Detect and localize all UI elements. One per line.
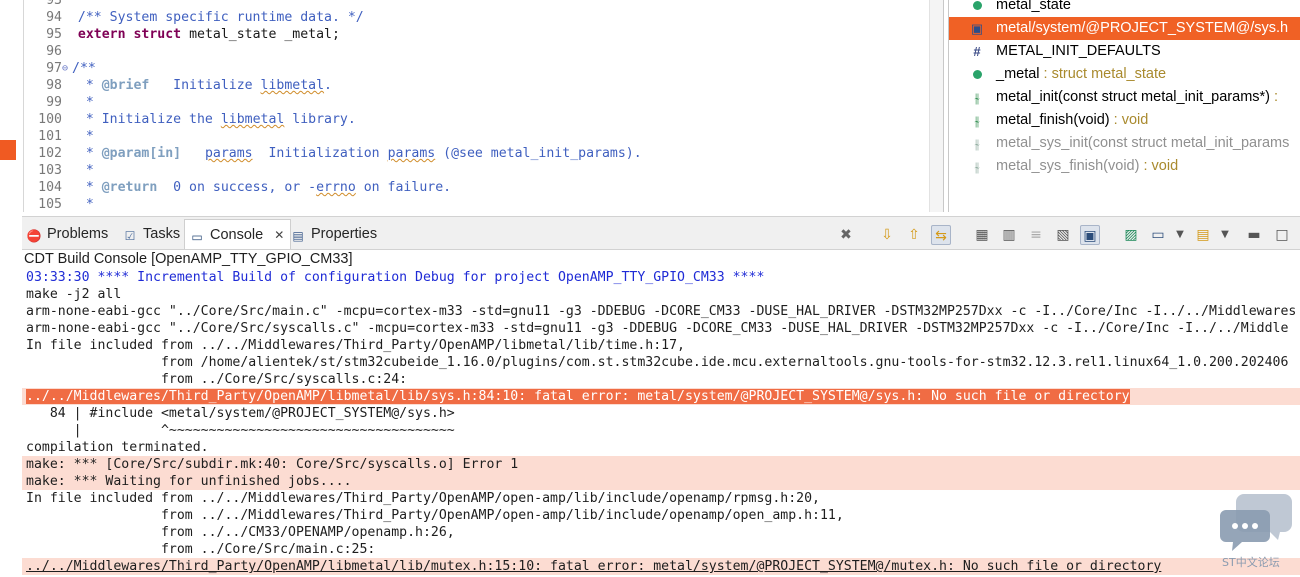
console-line: make -j2 all [26, 287, 122, 302]
tasks-icon: ☑ [124, 229, 136, 243]
function-icon: ⫳ [974, 113, 980, 128]
console-line: | ^~~~~~~~~~~~~~~~~~~~~~~~~~~~~~~~~~~~~ [26, 423, 455, 438]
display-selected-console-icon[interactable]: ▨ [1121, 225, 1141, 245]
console-error-line[interactable]: ../../Middlewares/Third_Party/OpenAMP/li… [22, 558, 1300, 575]
minimize-icon[interactable]: ▬ [1244, 225, 1264, 245]
console-line: arm-none-eabi-gcc "../Core/Src/syscalls.… [26, 321, 1289, 336]
include-file-icon: ▣ [970, 21, 984, 36]
outline-item-selected[interactable]: ▣ metal/system/@PROJECT_SYSTEM@/sys.h [949, 17, 1300, 40]
console-error-line[interactable]: ../../Middlewares/Third_Party/OpenAMP/li… [22, 388, 1300, 405]
struct-dot-icon [969, 0, 985, 13]
code-line: 93 [46, 0, 62, 8]
maximize-icon[interactable]: □ [1272, 225, 1292, 245]
chevron-down-icon[interactable]: ▼ [1170, 225, 1190, 245]
console-line: compilation terminated. [26, 440, 209, 455]
function-declaration-icon: ⫳ [974, 159, 980, 174]
console-line: from ../Core/Src/syscalls.c:24: [26, 372, 408, 387]
scroll-lock-icon[interactable]: ▦ [972, 225, 992, 245]
outline-item[interactable]: ⫳ metal_sys_finish(void) : void [949, 155, 1300, 178]
console-line: In file included from ../../Middlewares/… [26, 338, 685, 353]
link-with-editor-icon[interactable]: ⇆ [931, 225, 951, 245]
properties-icon: ▤ [292, 229, 304, 243]
console-icon: ▭ [191, 230, 203, 244]
outline-item[interactable]: metal_state [949, 0, 1300, 17]
editor-left-ruler [0, 0, 24, 212]
forum-watermark: ST中文论坛 [1220, 492, 1292, 572]
macro-hash-icon: # [973, 44, 981, 59]
view-tab-bar: ⛔ Problems ☑ Tasks ▭ Console ✕ ▤ Properties … [22, 216, 1300, 250]
outline-view[interactable]: metal_state ▣ metal/system/@PROJECT_SYST… [948, 0, 1300, 212]
console-error-line[interactable]: make: *** Waiting for unfinished jobs...… [22, 473, 1300, 490]
pin-console-icon[interactable]: ▣ [1080, 225, 1100, 245]
watermark-text: ST中文论坛 [1222, 556, 1280, 569]
console-line: 03:33:30 **** Incremental Build of confi… [26, 270, 765, 285]
problems-icon: ⛔ [26, 229, 42, 243]
code-line: 96 [46, 44, 62, 59]
fold-toggle-icon[interactable]: ⊖ [62, 60, 72, 77]
tab-tasks[interactable]: ☑ Tasks [122, 219, 180, 249]
console-line: In file included from ../../Middlewares/… [26, 491, 820, 506]
function-declaration-icon: ⫳ [974, 136, 980, 151]
console-line: from ../../Middlewares/Third_Party/OpenA… [26, 508, 844, 523]
outline-item[interactable]: ⫳ metal_sys_init(const struct metal_init… [949, 132, 1300, 155]
code-line: 102 * @param[in] params Initialization p… [38, 146, 642, 161]
outline-item[interactable]: ⫳ metal_init(const struct metal_init_par… [949, 86, 1300, 109]
word-wrap-icon[interactable]: ▥ [999, 225, 1019, 245]
editor-overview-ruler[interactable] [929, 0, 943, 212]
console-title: CDT Build Console [OpenAMP_TTY_GPIO_CM33… [24, 251, 353, 267]
build-console[interactable]: CDT Build Console [OpenAMP_TTY_GPIO_CM33… [22, 251, 1300, 577]
outline-item[interactable]: # METAL_INIT_DEFAULTS [949, 40, 1300, 63]
code-line: 95 extern struct metal_state _metal; [46, 27, 340, 42]
code-line: 104 * @return 0 on success, or -errno on… [38, 180, 452, 195]
clear-console-icon[interactable]: ▧ [1053, 225, 1073, 245]
next-error-icon[interactable]: ⇩ [877, 225, 897, 245]
console-line: 84 | #include <metal/system/@PROJECT_SYS… [26, 406, 455, 421]
code-line: 103 * [38, 163, 94, 178]
tab-problems[interactable]: ⛔ Problems [26, 219, 109, 249]
close-icon[interactable]: ✕ [274, 228, 284, 242]
new-console-icon[interactable]: ▤ [1193, 225, 1213, 245]
previous-error-icon[interactable]: ⇧ [904, 225, 924, 245]
outline-item[interactable]: ⫳ metal_finish(void) : void [949, 109, 1300, 132]
code-line: 100 * Initialize the libmetal library. [38, 112, 356, 127]
console-error-line[interactable]: make: *** [Core/Src/subdir.mk:40: Core/S… [22, 456, 1300, 473]
code-line: 101 * [38, 129, 94, 144]
tab-console[interactable]: ▭ Console ✕ [184, 219, 292, 249]
open-console-icon[interactable]: ▭ [1148, 225, 1168, 245]
variable-dot-icon [969, 67, 985, 82]
terminate-icon[interactable]: ✖ [836, 225, 856, 245]
code-line: 99 * [46, 95, 94, 110]
console-line: from ../Core/Src/main.c:25: [26, 542, 376, 557]
console-line: arm-none-eabi-gcc "../Core/Src/main.c" -… [26, 304, 1297, 319]
show-when-output-icon[interactable]: ≡ [1026, 225, 1046, 245]
editor-error-marker[interactable] [0, 140, 16, 160]
code-line: 97⊖/** [46, 60, 96, 77]
code-editor[interactable]: 93 94 /** System specific runtime data. … [0, 0, 944, 212]
tab-properties[interactable]: ▤ Properties [290, 219, 377, 249]
console-line: from ../../CM33/OPENAMP/openamp.h:26, [26, 525, 455, 540]
function-icon: ⫳ [974, 90, 980, 105]
code-line: 98 * @brief Initialize libmetal. [46, 78, 332, 93]
outline-item[interactable]: _metal : struct metal_state [949, 63, 1300, 86]
chevron-down-icon[interactable]: ▼ [1215, 225, 1235, 245]
console-line: from /home/alientek/st/stm32cubeide_1.16… [26, 355, 1289, 370]
code-line: 105 * [38, 197, 94, 212]
code-line: 94 /** System specific runtime data. */ [46, 10, 364, 25]
chat-bubble-icon [1220, 494, 1292, 551]
